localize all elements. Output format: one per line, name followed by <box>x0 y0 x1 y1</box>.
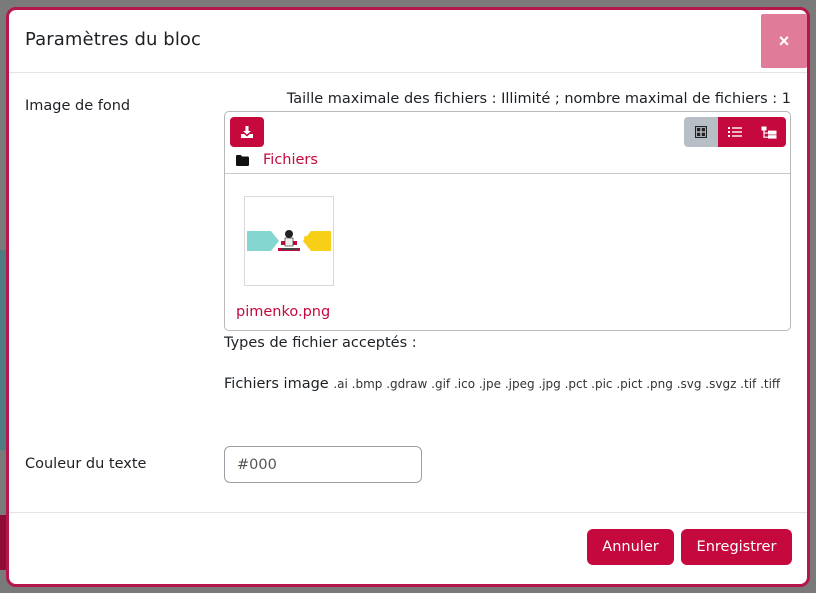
file-thumbnail[interactable] <box>244 196 334 286</box>
folder-icon <box>236 154 249 166</box>
list-icon <box>728 127 742 137</box>
grid-icon <box>695 126 707 138</box>
accepted-types-title: Types de fichier acceptés : <box>224 335 417 351</box>
view-list-button[interactable] <box>718 117 752 147</box>
view-mode-group <box>684 117 786 147</box>
tree-icon <box>761 126 777 139</box>
save-button[interactable]: Enregistrer <box>681 529 792 565</box>
close-button[interactable]: × <box>761 14 807 68</box>
modal-header: Paramètres du bloc × <box>9 10 807 73</box>
file-name-link[interactable]: pimenko.png <box>236 304 330 320</box>
block-settings-modal: Paramètres du bloc × Image de fond Taill… <box>6 7 810 587</box>
image-preview <box>247 230 331 251</box>
text-color-label: Couleur du texte <box>25 456 147 472</box>
add-file-button[interactable] <box>230 117 264 147</box>
file-manager: Fichiers pimenko.png <box>224 111 791 331</box>
breadcrumb: Fichiers <box>236 152 318 168</box>
accepted-extensions: .ai .bmp .gdraw .gif .ico .jpe .jpeg .jp… <box>333 377 781 391</box>
accepted-types-list: Fichiers image .ai .bmp .gdraw .gif .ico… <box>224 373 794 395</box>
background-image-label: Image de fond <box>25 98 131 114</box>
accepted-types-group: Fichiers image <box>224 376 329 392</box>
file-size-info: Taille maximale des fichiers : Illimité … <box>286 91 791 107</box>
close-icon: × <box>778 30 790 51</box>
modal-title: Paramètres du bloc <box>25 29 202 50</box>
cancel-button[interactable]: Annuler <box>587 529 674 565</box>
folder-link[interactable]: Fichiers <box>263 152 318 168</box>
file-list-area: pimenko.png <box>225 175 790 330</box>
view-tree-button[interactable] <box>752 117 786 147</box>
view-grid-button[interactable] <box>684 117 718 147</box>
file-manager-toolbar: Fichiers <box>225 112 790 174</box>
text-color-input[interactable] <box>224 446 422 483</box>
download-icon <box>241 126 253 138</box>
modal-footer: Annuler Enregistrer <box>9 512 807 584</box>
